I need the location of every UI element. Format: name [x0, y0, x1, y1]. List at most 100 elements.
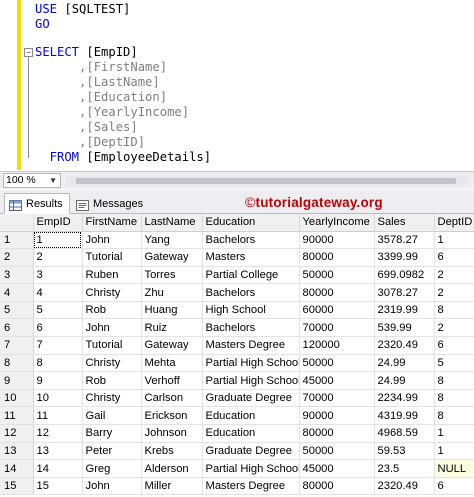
table-row[interactable]: 13 13 Peter Krebs Graduate Degree 50000 59.53 1	[0, 442, 474, 461]
table-cell[interactable]: 3578.27	[374, 231, 435, 250]
code-line-9[interactable]: ,[Sales]	[35, 119, 138, 135]
table-cell[interactable]: Gail	[82, 406, 142, 426]
table-row[interactable]: 4 4 Christy Zhu Bachelors 80000 3078.27 2	[0, 283, 474, 302]
table-cell[interactable]: 15	[33, 477, 83, 496]
table-cell[interactable]: Johnson	[141, 424, 203, 443]
row-number[interactable]: 13	[0, 442, 34, 461]
column-header[interactable]: LastName	[141, 214, 203, 232]
table-cell[interactable]: Torres	[141, 266, 203, 285]
table-cell[interactable]: John	[82, 477, 142, 496]
table-cell[interactable]: 8	[434, 406, 474, 426]
table-cell[interactable]: 2	[33, 248, 83, 267]
table-cell[interactable]: 50000	[299, 354, 375, 373]
table-cell[interactable]: Education	[202, 424, 300, 443]
table-cell[interactable]: 1	[33, 231, 83, 250]
table-cell[interactable]: 3399.99	[374, 248, 435, 267]
tab-results[interactable]: Results	[4, 193, 70, 214]
collapse-icon[interactable]: −	[24, 48, 33, 57]
table-cell[interactable]: 5	[33, 301, 83, 320]
code-line-1[interactable]: USE [SQLTEST]	[35, 1, 130, 17]
row-number[interactable]: 10	[0, 389, 34, 408]
row-number[interactable]: 4	[0, 283, 34, 302]
table-cell[interactable]: Christy	[82, 283, 142, 302]
table-cell[interactable]: 6	[33, 318, 83, 338]
table-cell[interactable]: 23.5	[374, 459, 435, 478]
table-cell[interactable]: 3078.27	[374, 283, 435, 302]
table-cell[interactable]: Peter	[82, 442, 142, 461]
table-cell[interactable]: Verhoff	[141, 371, 203, 390]
table-cell[interactable]: 1	[434, 424, 474, 443]
table-cell[interactable]: Bachelors	[202, 318, 300, 338]
table-cell[interactable]: 24.99	[374, 354, 435, 373]
column-header[interactable]: EmpID	[33, 214, 83, 232]
table-cell[interactable]: 8	[434, 389, 474, 408]
code-line-4[interactable]: SELECT [EmpID]	[35, 44, 138, 60]
table-row[interactable]: 15 15 John Miller Masters Degree 80000 2320.49…	[0, 477, 474, 496]
table-row[interactable]: 12 12 Barry Johnson Education 80000 4968.59 1	[0, 424, 474, 443]
table-cell[interactable]: Barry	[82, 424, 142, 443]
code-line-11[interactable]: FROM [EmployeeDetails]	[35, 149, 211, 165]
column-header[interactable]: Sales	[374, 214, 435, 232]
table-cell[interactable]: 10	[33, 389, 83, 408]
table-cell[interactable]: Masters Degree	[202, 477, 300, 496]
table-cell[interactable]: NULL	[434, 459, 474, 478]
table-row[interactable]: 9 9 Rob Verhoff Partial High School 45000 24.9…	[0, 371, 474, 390]
table-cell[interactable]: Rob	[82, 301, 142, 320]
table-cell[interactable]: Erickson	[141, 406, 203, 426]
table-cell[interactable]: 9	[33, 371, 83, 390]
table-cell[interactable]: Partial High School	[202, 371, 300, 390]
table-cell[interactable]: 2320.49	[374, 336, 435, 355]
table-cell[interactable]: 8	[434, 301, 474, 320]
table-cell[interactable]: 80000	[299, 424, 375, 443]
table-cell[interactable]: Bachelors	[202, 283, 300, 302]
table-cell[interactable]: 70000	[299, 389, 375, 408]
table-cell[interactable]: 59.53	[374, 442, 435, 461]
table-cell[interactable]: 80000	[299, 283, 375, 302]
code-line-7[interactable]: ,[Education]	[35, 89, 167, 105]
horizontal-scrollbar[interactable]	[66, 176, 468, 186]
table-row[interactable]: 3 3 Ruben Torres Partial College 50000 699.098…	[0, 266, 474, 285]
row-number[interactable]: 8	[0, 354, 34, 373]
table-row[interactable]: 7 7 Tutorial Gateway Masters Degree 120000 232…	[0, 336, 474, 355]
row-number[interactable]: 15	[0, 477, 34, 496]
table-cell[interactable]: Mehta	[141, 354, 203, 373]
table-cell[interactable]: 8	[33, 354, 83, 373]
table-cell[interactable]: 120000	[299, 336, 375, 355]
chevron-down-icon[interactable]: ▼	[49, 174, 57, 187]
row-number[interactable]: 11	[0, 406, 34, 426]
table-cell[interactable]: 7	[33, 336, 83, 355]
table-cell[interactable]: Alderson	[141, 459, 203, 478]
table-cell[interactable]: 1	[434, 442, 474, 461]
table-cell[interactable]: 2	[434, 283, 474, 302]
table-cell[interactable]: Carlson	[141, 389, 203, 408]
code-line-10[interactable]: ,[DeptID]	[35, 134, 145, 150]
table-cell[interactable]: Partial High School	[202, 459, 300, 478]
table-cell[interactable]: 8	[434, 371, 474, 390]
table-cell[interactable]: 6	[434, 477, 474, 496]
code-line-8[interactable]: ,[YearlyIncome]	[35, 104, 189, 120]
row-number[interactable]: 1	[0, 231, 34, 250]
table-cell[interactable]: High School	[202, 301, 300, 320]
results-grid[interactable]: EmpID FirstName LastName Education Yearl…	[0, 214, 474, 497]
table-cell[interactable]: 5	[434, 354, 474, 373]
table-cell[interactable]: Christy	[82, 389, 142, 408]
table-cell[interactable]: 2	[434, 318, 474, 338]
table-cell[interactable]: Graduate Degree	[202, 389, 300, 408]
table-cell[interactable]: 699.0982	[374, 266, 435, 285]
table-cell[interactable]: Masters	[202, 248, 300, 267]
table-cell[interactable]: Ruben	[82, 266, 142, 285]
table-cell[interactable]: 14	[33, 459, 83, 478]
table-cell[interactable]: Huang	[141, 301, 203, 320]
table-cell[interactable]: 50000	[299, 266, 375, 285]
table-cell[interactable]: Education	[202, 406, 300, 426]
table-cell[interactable]: John	[82, 231, 142, 250]
table-cell[interactable]: Masters Degree	[202, 336, 300, 355]
row-number[interactable]: 6	[0, 318, 34, 338]
table-cell[interactable]: 4	[33, 283, 83, 302]
code-line-5[interactable]: ,[FirstName]	[35, 59, 167, 75]
table-cell[interactable]: 3	[33, 266, 83, 285]
table-cell[interactable]: John	[82, 318, 142, 338]
table-cell[interactable]: 90000	[299, 406, 375, 426]
table-cell[interactable]: 70000	[299, 318, 375, 338]
table-cell[interactable]: 45000	[299, 459, 375, 478]
